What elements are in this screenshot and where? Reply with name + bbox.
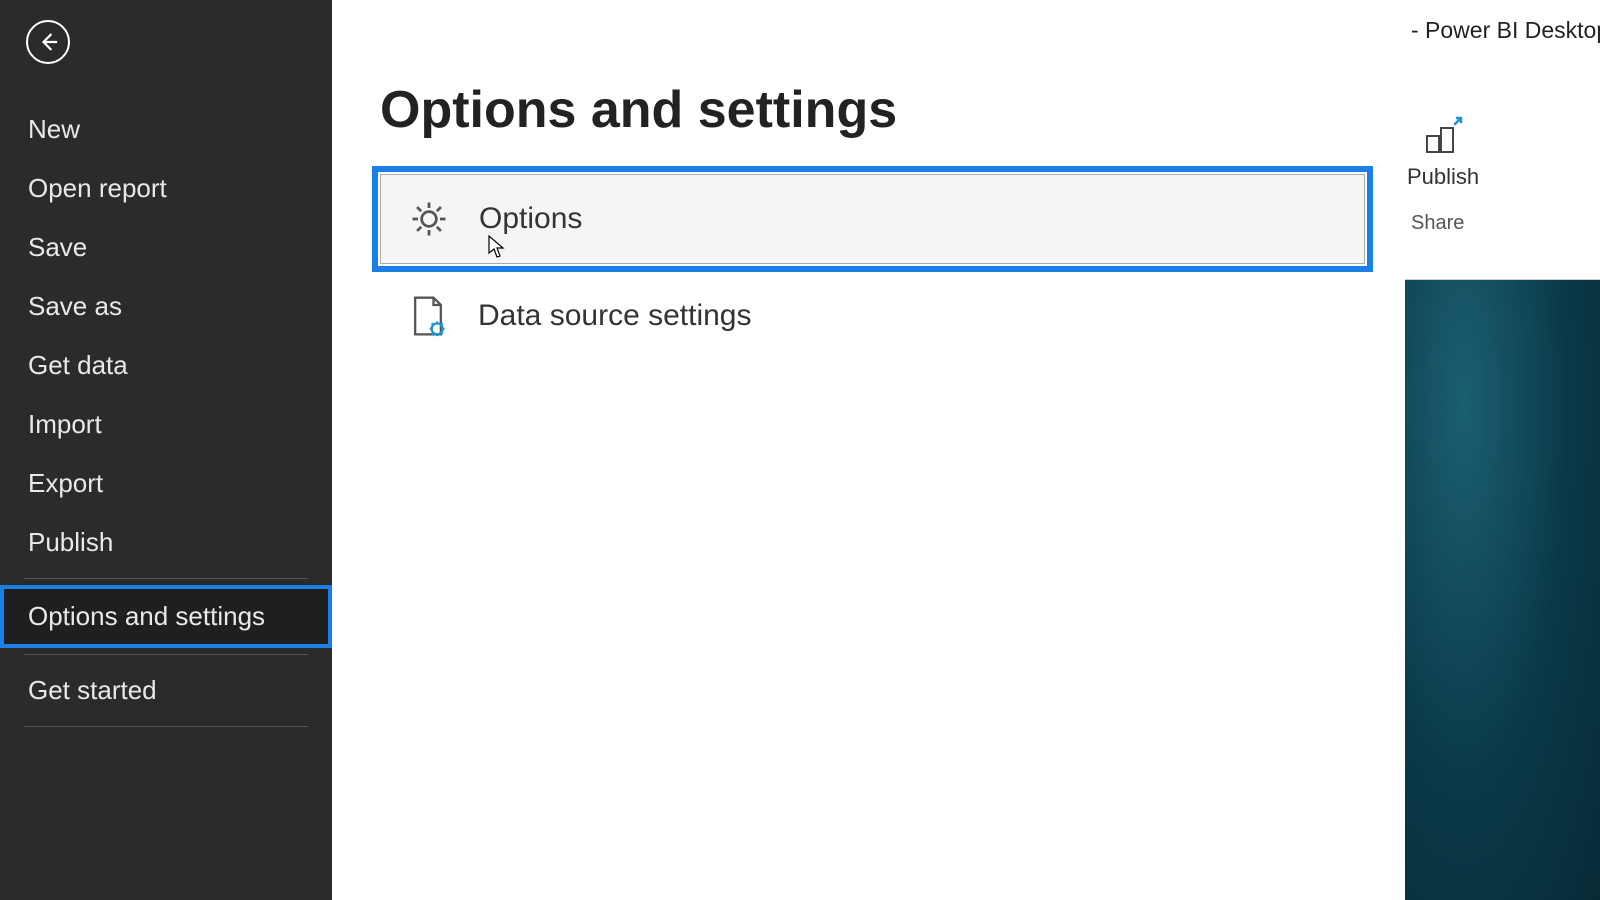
publish-label: Publish — [1407, 164, 1479, 190]
app-title-text: - Power BI Desktop — [1411, 17, 1600, 44]
menu-divider — [24, 654, 308, 655]
menu-item-publish[interactable]: Publish — [0, 513, 332, 572]
app-title-bar: - Power BI Desktop — [1405, 0, 1600, 60]
publish-button[interactable]: Publish — [1405, 110, 1479, 190]
back-arrow-icon — [37, 31, 59, 53]
options-and-settings-panel: Options and settings Options Data sourc — [332, 0, 1405, 900]
back-button[interactable] — [26, 20, 70, 64]
document-gear-icon — [406, 294, 450, 338]
menu-divider — [24, 726, 308, 727]
options-button[interactable]: Options — [380, 174, 1365, 264]
publish-icon — [1419, 110, 1467, 158]
menu-item-get-started[interactable]: Get started — [0, 661, 332, 720]
options-label: Options — [479, 202, 582, 236]
menu-item-save[interactable]: Save — [0, 218, 332, 277]
ribbon-group-label: Share — [1405, 212, 1600, 235]
gear-icon — [407, 197, 451, 241]
background-window: - Power BI Desktop Publish Share — [1405, 0, 1600, 900]
menu-divider — [24, 578, 308, 579]
ribbon-share-group: Publish Share — [1405, 60, 1600, 280]
menu-item-import[interactable]: Import — [0, 395, 332, 454]
desktop-background — [1405, 280, 1600, 900]
page-title: Options and settings — [380, 80, 1365, 140]
data-source-settings-label: Data source settings — [478, 299, 751, 333]
file-menu-sidebar: New Open report Save Save as Get data Im… — [0, 0, 332, 900]
menu-item-new[interactable]: New — [0, 100, 332, 159]
menu-item-save-as[interactable]: Save as — [0, 277, 332, 336]
menu-item-open-report[interactable]: Open report — [0, 159, 332, 218]
menu-item-export[interactable]: Export — [0, 454, 332, 513]
data-source-settings-button[interactable]: Data source settings — [380, 272, 1365, 360]
menu-item-options-and-settings[interactable]: Options and settings — [0, 585, 332, 648]
menu-item-get-data[interactable]: Get data — [0, 336, 332, 395]
file-menu-list: New Open report Save Save as Get data Im… — [0, 100, 332, 727]
